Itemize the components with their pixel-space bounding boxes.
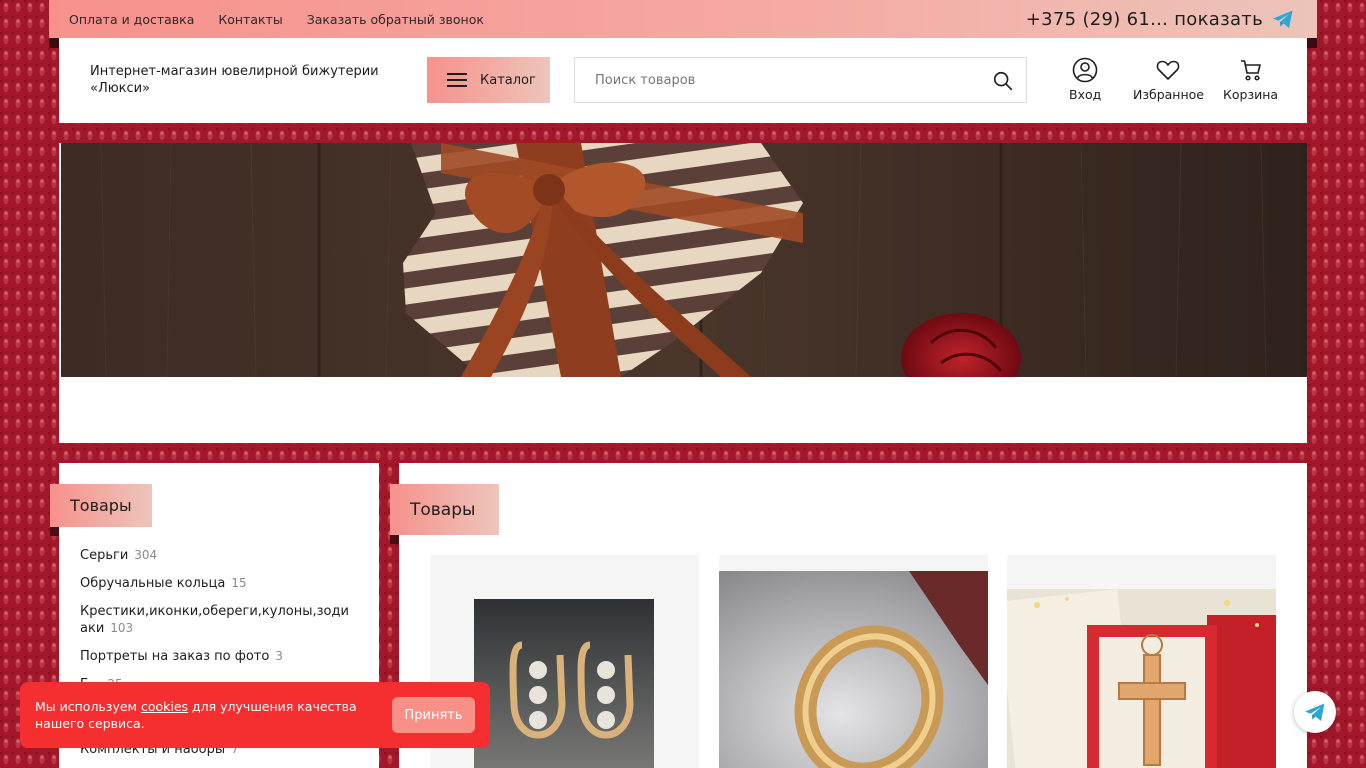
brand-name[interactable]: Интернет-магазин ювелирной бижутерии «Лю… — [90, 63, 390, 97]
promo-banner[interactable] — [61, 143, 1307, 377]
category-count: 15 — [231, 576, 247, 590]
telegram-icon — [1305, 703, 1325, 721]
gift-box-banner-image — [61, 143, 1307, 377]
cross-pendant-product-image — [1007, 589, 1276, 768]
cart-icon — [1240, 60, 1261, 81]
sidebar-title: Товары — [70, 496, 132, 515]
cart-label: Корзина — [1223, 87, 1279, 102]
cookie-text: Мы используем cookies для улучшения каче… — [35, 698, 375, 732]
heart-icon — [1157, 60, 1180, 80]
category-item[interactable]: Крестики,иконки,обереги,кулоны,зодиаки 10… — [80, 603, 350, 637]
cookie-text-start: Мы используем — [35, 699, 141, 714]
catalog-button[interactable]: Каталог — [427, 57, 550, 103]
link-callback[interactable]: Заказать обратный звонок — [307, 12, 484, 27]
top-links: Оплата и доставка Контакты Заказать обра… — [69, 12, 508, 27]
login-label: Вход — [1069, 87, 1102, 102]
banner-container — [59, 143, 1307, 443]
cart-button[interactable]: Корзина — [1223, 57, 1278, 102]
phone-reveal[interactable]: +375 (29) 61... показать — [1026, 7, 1295, 31]
main-title: Товары — [410, 499, 476, 520]
user-icon — [1072, 57, 1098, 83]
search-input[interactable] — [595, 58, 995, 102]
phone-number[interactable]: +375 (29) 61... показать — [1026, 9, 1263, 30]
site-header: Интернет-магазин ювелирной бижутерии «Лю… — [59, 38, 1307, 123]
category-count: 103 — [110, 621, 134, 635]
ribbon-fold — [390, 535, 399, 544]
category-item[interactable]: Обручальные кольца 15 — [80, 575, 350, 592]
telegram-icon[interactable] — [1271, 7, 1295, 31]
search-box — [574, 57, 1027, 103]
product-card[interactable] — [1007, 555, 1276, 768]
ribbon-fold-left — [49, 38, 59, 48]
login-button[interactable]: Вход — [1069, 57, 1101, 102]
product-card[interactable] — [719, 555, 988, 768]
category-item[interactable]: Серьги 304 — [80, 547, 350, 564]
ribbon-fold-right — [1307, 38, 1317, 48]
category-name: Серьги — [80, 548, 129, 563]
category-count: 304 — [134, 548, 158, 562]
favorites-button[interactable]: Избранное — [1133, 57, 1204, 102]
category-name: Портреты на заказ по фото — [80, 649, 270, 664]
menu-icon — [447, 73, 467, 87]
catalog-label: Каталог — [480, 72, 536, 88]
search-icon[interactable] — [992, 70, 1014, 92]
cookies-link[interactable]: cookies — [141, 699, 188, 714]
category-name: Обручальные кольца — [80, 576, 226, 591]
telegram-chat-button[interactable] — [1294, 691, 1336, 733]
link-payment-delivery[interactable]: Оплата и доставка — [69, 12, 194, 27]
accept-cookies-button[interactable]: Принять — [392, 697, 475, 733]
products-section — [399, 463, 1307, 768]
top-bar: Оплата и доставка Контакты Заказать обра… — [49, 0, 1317, 38]
ribbon-fold — [50, 527, 59, 536]
wedding-ring-product-image — [719, 571, 988, 768]
cookie-banner: Мы используем cookies для улучшения каче… — [20, 682, 490, 748]
link-contacts[interactable]: Контакты — [218, 12, 282, 27]
main-title-ribbon: Товары — [390, 484, 499, 544]
sidebar-title-ribbon: Товары — [50, 484, 152, 536]
category-item[interactable]: Портреты на заказ по фото 3 — [80, 648, 350, 665]
category-count: 3 — [275, 649, 283, 663]
favorites-label: Избранное — [1133, 87, 1204, 102]
